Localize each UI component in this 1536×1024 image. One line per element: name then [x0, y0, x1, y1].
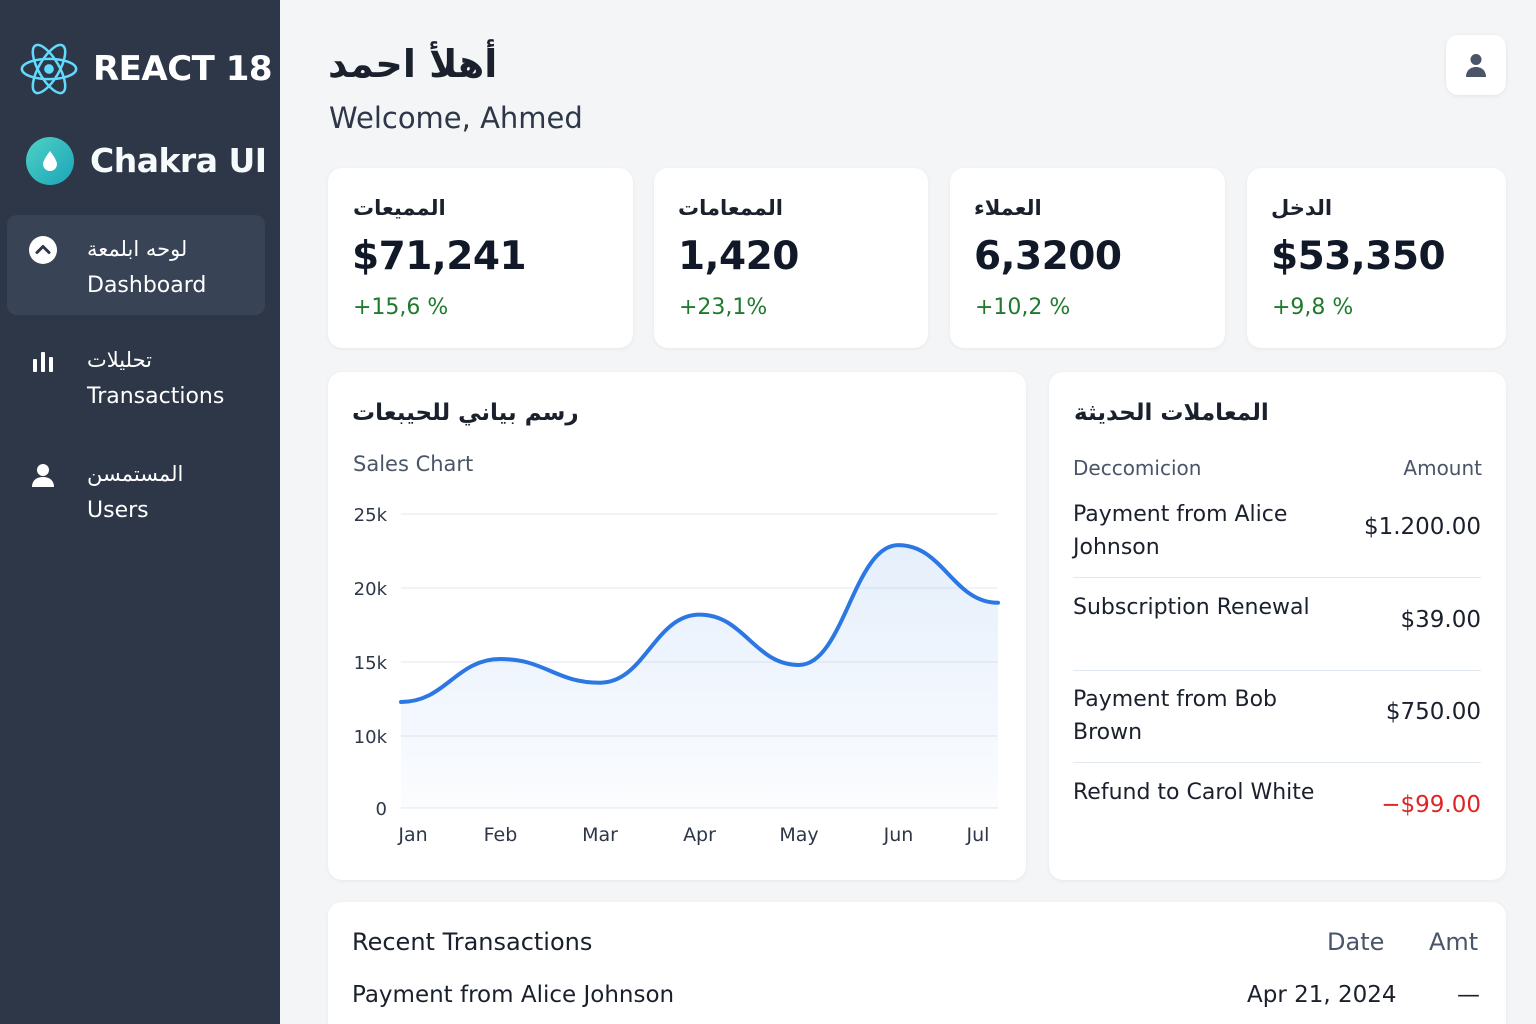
app: REACT 18 Chakra UI لوحه ابلمعة Dashboard: [0, 0, 1536, 1024]
page-subtitle: Welcome, Ahmed: [329, 101, 583, 135]
list-item[interactable]: Subscription Renewal $39.00: [1073, 591, 1481, 671]
stat-card-sales: المميعات $71,241 +15,6 %: [328, 168, 633, 348]
sales-chart: 0 10k 15k 20k 25k Jan Feb Mar Apr May Jun Jul: [354, 505, 1001, 846]
data-point: [995, 600, 1001, 606]
table-cell-description: Payment from Alice Johnson: [352, 982, 675, 1008]
column-header-amount: Amount: [1403, 456, 1482, 480]
table-cell-date: Apr 21, 2024: [1247, 982, 1397, 1008]
sidebar-item-transactions[interactable]: تحليلات Transactions: [7, 326, 265, 426]
stat-change: +10,2 %: [975, 295, 1071, 320]
y-tick-label: 0: [376, 799, 387, 820]
x-tick-label: Apr: [683, 824, 716, 846]
table-cell-amt: —: [1457, 982, 1480, 1008]
recent-transactions-card: المعاملات الحديثة Deccomicion Amount Pay…: [1049, 372, 1506, 880]
brand-title: REACT 18: [93, 49, 273, 89]
stat-change: +15,6 %: [353, 295, 449, 320]
series-area: [401, 545, 998, 808]
row-divider: [1073, 577, 1481, 578]
chakra-title: Chakra UI: [90, 141, 267, 180]
y-tick-label: 20k: [354, 579, 388, 600]
y-tick-label: 10k: [354, 727, 388, 748]
data-point: [697, 612, 703, 618]
sidebar-item-label-ar: المستمسن: [87, 462, 184, 486]
stat-value: $53,350: [1271, 234, 1446, 279]
x-tick-label: Mar: [582, 824, 618, 846]
sidebar-item-label: Transactions: [87, 384, 225, 409]
sidebar-item-users[interactable]: المستمسن Users: [7, 440, 265, 540]
data-point: [796, 662, 802, 668]
stat-value: 1,420: [678, 234, 799, 279]
row-divider: [1073, 670, 1481, 671]
stat-label: الدخل: [1271, 196, 1333, 220]
y-tick-label: 25k: [354, 505, 388, 526]
column-header-amt[interactable]: Amt: [1429, 928, 1478, 956]
transaction-description: Subscription Renewal: [1073, 595, 1310, 620]
chevron-up-circle-icon: [29, 236, 57, 264]
stat-card-customers: العملاء 6,3200 +10,2 %: [950, 168, 1225, 348]
react-logo-icon: [20, 43, 78, 95]
stat-value: 6,3200: [974, 234, 1122, 279]
list-item[interactable]: Payment from Alice Johnson $1.200.00: [1073, 498, 1481, 578]
row-divider: [1073, 762, 1481, 763]
stat-change: +23,1%: [679, 295, 768, 320]
transaction-description: Refund to Carol White: [1073, 780, 1315, 805]
stat-card-transactions: الممعامات 1,420 +23,1%: [654, 168, 928, 348]
sidebar-item-dashboard[interactable]: لوحه ابلمعة Dashboard: [7, 215, 265, 315]
list-item[interactable]: Payment from Bob Brown $750.00: [1073, 683, 1481, 763]
stat-change: +9,8 %: [1272, 295, 1354, 320]
chakra-logo-icon: [26, 137, 74, 185]
transaction-amount: −$99.00: [1381, 792, 1481, 818]
brand[interactable]: REACT 18: [18, 38, 273, 100]
sidebar-item-label: Dashboard: [87, 273, 207, 298]
transaction-amount: $750.00: [1385, 699, 1481, 725]
data-point: [896, 542, 902, 548]
column-header-description: Deccomicion: [1073, 456, 1202, 480]
stat-label: المميعات: [353, 196, 446, 220]
transaction-amount: $39.00: [1400, 607, 1481, 633]
sales-chart-card: رسم بياني للحيبعات Sales Chart 0 10k 15k 20…: [328, 372, 1026, 880]
x-tick-label: Feb: [484, 824, 518, 846]
transaction-description: Payment from Bob Brown: [1073, 687, 1278, 745]
x-tick-label: Jun: [883, 824, 914, 846]
sidebar-item-label-ar: لوحه ابلمعة: [87, 237, 188, 261]
list-item[interactable]: Refund to Carol White −$99.00: [1073, 776, 1481, 846]
data-point: [597, 680, 603, 686]
sidebar: REACT 18 Chakra UI لوحه ابلمعة Dashboard: [0, 0, 280, 1024]
user-icon: [1466, 54, 1486, 77]
stat-value: $71,241: [352, 234, 527, 279]
x-tick-label: Jul: [966, 824, 990, 846]
user-menu-button[interactable]: [1446, 35, 1506, 95]
stat-label: العملاء: [974, 196, 1042, 220]
data-point: [498, 656, 504, 662]
y-tick-label: 15k: [354, 653, 388, 674]
table-title: Recent Transactions: [352, 928, 593, 956]
transaction-amount: $1.200.00: [1363, 514, 1481, 540]
recent-transactions-title: المعاملات الحديثة: [1074, 400, 1269, 426]
stat-card-income: الدخل $53,350 +9,8 %: [1247, 168, 1506, 348]
x-tick-label: Jan: [397, 824, 427, 846]
x-tick-label: May: [779, 824, 818, 846]
column-header-date[interactable]: Date: [1327, 928, 1384, 956]
stat-label: الممعامات: [678, 196, 783, 220]
bar-chart-icon: [33, 352, 53, 372]
data-point: [398, 699, 404, 705]
sidebar-item-label-ar: تحليلات: [87, 348, 152, 372]
page-title: أهلأ احمد: [328, 42, 498, 86]
transactions-table: Recent Transactions Date Amt Payment fro…: [328, 902, 1506, 1024]
transaction-description: Payment from Alice Johnson: [1073, 502, 1288, 560]
sidebar-item-label: Users: [87, 498, 149, 523]
user-icon: [32, 464, 54, 487]
